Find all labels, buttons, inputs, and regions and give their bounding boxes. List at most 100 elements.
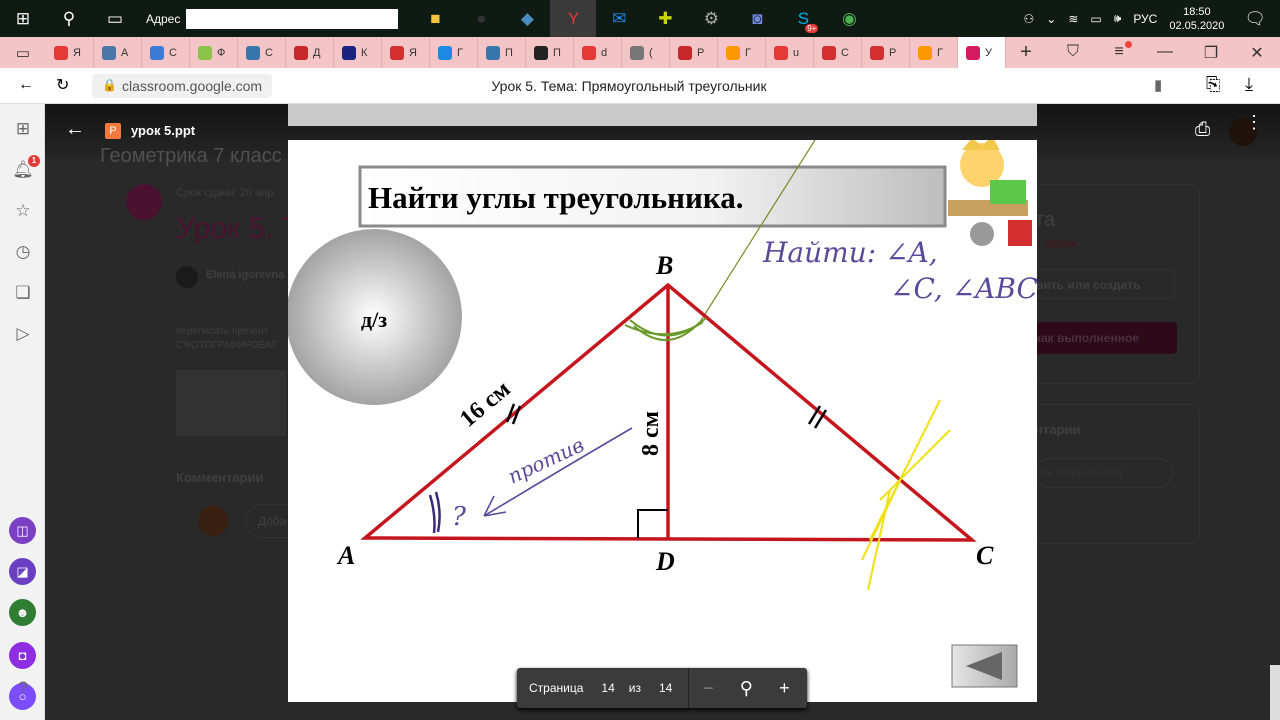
browser-tab[interactable]: u	[766, 37, 814, 68]
notification-badge: 1	[28, 155, 40, 167]
app-icon-2[interactable]: ◪	[9, 558, 36, 585]
wifi-icon[interactable]: ≋	[1068, 12, 1078, 26]
tab-favicon-icon	[630, 45, 644, 60]
assignment-title: Урок 5. Т	[176, 212, 301, 245]
python-file-icon[interactable]: ◆	[504, 0, 550, 37]
clock[interactable]: 18:50 02.05.2020	[1169, 5, 1224, 33]
app-icon-1[interactable]: ◫	[9, 517, 36, 544]
tab-favicon-icon	[486, 45, 500, 60]
skype-icon[interactable]: S 9+	[780, 0, 826, 37]
work-panel-title: та	[1035, 209, 1056, 231]
new-tab-button[interactable]: +	[1006, 41, 1046, 64]
mark-done-button[interactable]: как выполненное	[1035, 322, 1177, 354]
tab-title: А	[121, 46, 129, 59]
browser-tab[interactable]: Я	[46, 37, 94, 68]
close-button[interactable]: ✕	[1234, 43, 1280, 63]
bookmark-icon[interactable]: ▮	[1154, 76, 1162, 94]
minimize-button[interactable]: —	[1142, 43, 1188, 63]
user-avatar	[198, 506, 228, 536]
scrollbar[interactable]	[1270, 665, 1280, 720]
reading-mode-icon[interactable]: ⎘	[1206, 74, 1220, 95]
private-comment-input[interactable]: ить личный комм	[1035, 458, 1173, 488]
task-view-icon[interactable]: ▭	[92, 0, 138, 37]
tab-favicon-icon	[726, 45, 740, 60]
browser-tab[interactable]: Р	[862, 37, 910, 68]
browser-tab[interactable]: С	[142, 37, 190, 68]
notifications-bell-icon[interactable]: 🔔︎ 1	[12, 155, 40, 181]
browser-tab[interactable]: Д	[286, 37, 334, 68]
back-arrow-icon[interactable]: ←	[65, 118, 85, 141]
browser-tab[interactable]: d	[574, 37, 622, 68]
due-date: Срок сдачи: 20 апр.	[176, 187, 277, 199]
app-plus-icon[interactable]: ✚	[642, 0, 688, 37]
restore-button[interactable]: ❐	[1188, 43, 1234, 63]
yellow-scribble	[861, 399, 951, 591]
favorites-star-icon[interactable]: ☆	[12, 200, 34, 222]
tab-title: Г	[457, 46, 463, 59]
windows-start-icon[interactable]: ⊞	[0, 0, 46, 37]
current-page[interactable]: 14	[601, 681, 614, 695]
tab-sidebar-icon[interactable]: ▭	[0, 44, 46, 62]
browser-tab[interactable]: Я	[382, 37, 430, 68]
zoom-in-button[interactable]: +	[765, 678, 803, 699]
tab-title: К	[361, 46, 368, 59]
media-play-icon[interactable]: ▷	[12, 323, 34, 345]
settings-gear-icon[interactable]: ⚙	[688, 0, 734, 37]
browser-tab[interactable]: Г	[430, 37, 478, 68]
battery-icon[interactable]: ▭	[1090, 12, 1101, 26]
print-icon[interactable]: ⎙	[1195, 119, 1210, 141]
browser-tab[interactable]: К	[334, 37, 382, 68]
add-create-button[interactable]: вить или создать	[1035, 269, 1175, 299]
browser-tab[interactable]: (	[622, 37, 670, 68]
browser-tab[interactable]: Г	[910, 37, 958, 68]
file-name: урок 5.ppt	[131, 123, 196, 138]
browser-tab[interactable]: А	[94, 37, 142, 68]
handwriting-find-line1: Найти: ∠A,	[762, 236, 938, 269]
slide-canvas: Найти углы треугольника. д/з A B C D 16 …	[286, 136, 1049, 688]
file-explorer-icon[interactable]: ■	[412, 0, 458, 37]
browser-tab[interactable]: У	[958, 37, 1006, 68]
browser-tab[interactable]: Ф	[190, 37, 238, 68]
search-icon[interactable]: ⚲	[46, 0, 92, 37]
mail-icon[interactable]: ✉	[596, 0, 642, 37]
menu-icon[interactable]: ≡	[1096, 40, 1142, 63]
history-icon[interactable]: ◷	[12, 241, 34, 263]
tab-title: С	[169, 46, 177, 59]
time: 18:50	[1183, 5, 1211, 18]
browser-tab[interactable]: Г	[718, 37, 766, 68]
language-indicator[interactable]: РУС	[1133, 12, 1157, 26]
volume-icon[interactable]: 🕪	[1114, 11, 1122, 26]
discord-icon[interactable]: ◙	[734, 0, 780, 37]
browser-tab[interactable]: П	[526, 37, 574, 68]
collections-icon[interactable]: ❏	[12, 282, 34, 304]
bookmarks-icon[interactable]: ⛉	[1050, 43, 1096, 63]
tab-favicon-icon	[822, 45, 836, 60]
tab-favicon-icon	[870, 45, 884, 60]
browser-tab[interactable]: С	[238, 37, 286, 68]
chevron-up-icon[interactable]: ⌄	[1046, 12, 1056, 26]
browser-tab[interactable]: С	[814, 37, 862, 68]
author-name: Elena Igorevna	[206, 269, 285, 281]
more-options-icon[interactable]: ⋮	[1245, 113, 1263, 131]
people-icon[interactable]: ⚇	[1024, 12, 1035, 26]
address-input[interactable]	[186, 8, 399, 29]
slide-back-nav-button[interactable]	[951, 644, 1018, 688]
zoom-out-button[interactable]: −	[689, 678, 727, 699]
app-icon-4[interactable]: ◘	[9, 642, 36, 669]
mouse-icon[interactable]: ●	[458, 0, 504, 37]
side-bd-length: 8 см	[638, 411, 664, 456]
yandex-browser-icon[interactable]: Y	[550, 0, 597, 37]
tab-favicon-icon	[150, 45, 164, 60]
chrome-icon[interactable]: ◉	[826, 0, 872, 37]
panda-app-icon[interactable]: ☻	[9, 599, 36, 626]
browser-tab[interactable]: Р	[670, 37, 718, 68]
download-icon[interactable]: ⤓	[1245, 74, 1253, 95]
browser-tab[interactable]: П	[478, 37, 526, 68]
address-bar: ← ↻ 🔒 classroom.google.com Урок 5. Тема: …	[0, 68, 1280, 104]
tab-favicon-icon	[438, 45, 452, 60]
author-avatar	[176, 266, 198, 288]
help-icon[interactable]: ?	[12, 677, 34, 699]
notification-center-icon[interactable]: 🗨	[1244, 9, 1266, 29]
apps-grid-icon[interactable]: ⊞	[12, 118, 34, 140]
zoom-icon[interactable]: ⚲	[727, 678, 765, 699]
